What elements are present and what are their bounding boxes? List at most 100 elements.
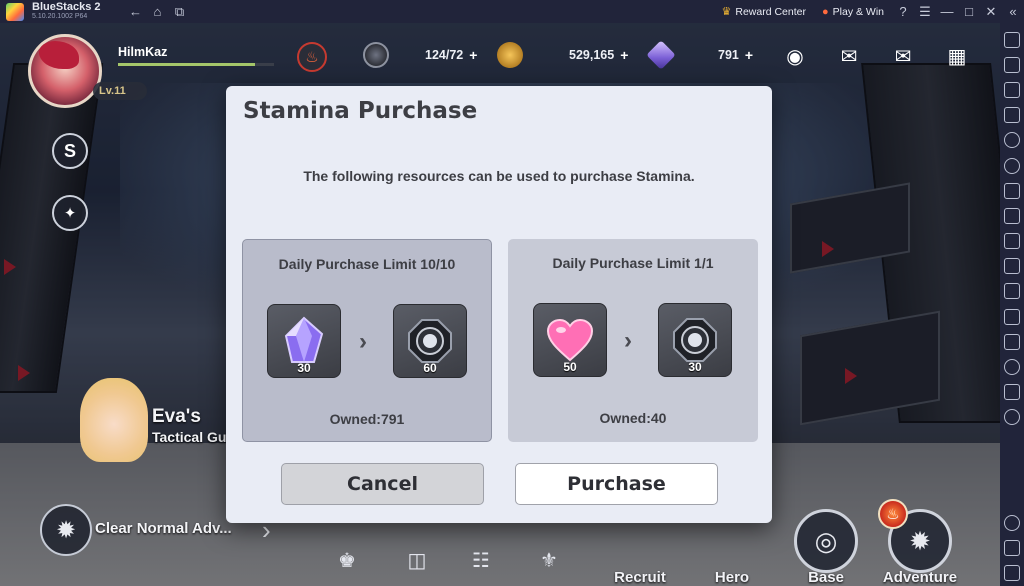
crown-icon: ♛ <box>721 6 732 18</box>
stamina-gear-icon <box>408 319 452 363</box>
inventory-bag-icon[interactable]: ◫ <box>402 545 432 575</box>
reward-quantity: 60 <box>423 361 437 375</box>
volume-icon[interactable] <box>1004 56 1020 73</box>
purchase-button[interactable]: Purchase <box>515 463 718 505</box>
dialog-description: The following resources can be used to p… <box>303 168 695 184</box>
dialog-title: Stamina Purchase <box>243 98 478 124</box>
adventure-label[interactable]: Adventure <box>870 569 970 586</box>
home-icon[interactable]: ⌂ <box>146 0 168 23</box>
guild-emblem-icon[interactable]: ⚜ <box>534 545 564 575</box>
shake-icon[interactable] <box>1004 308 1020 325</box>
owned-count: Owned:40 <box>599 410 667 426</box>
stamina-purchase-dialog: Stamina Purchase The following resources… <box>226 86 772 523</box>
screen: BlueStacks 2 5.10.20.1002 P64 ← ⌂ ⧉ ♛ Re… <box>0 0 1024 586</box>
cost-quantity: 30 <box>297 361 311 375</box>
reward-item-box: 60 <box>393 304 467 378</box>
screenshot-icon[interactable] <box>1004 258 1020 275</box>
player-name: HilmKaz <box>118 45 168 59</box>
play-icon[interactable] <box>1004 81 1020 98</box>
maximize-icon[interactable]: □ <box>958 0 980 23</box>
calendar-icon[interactable]: ☷ <box>466 545 496 575</box>
close-icon[interactable]: ✕ <box>980 0 1002 23</box>
owned-count: Owned:791 <box>329 411 405 427</box>
character-subtitle: Tactical Gu <box>152 429 227 445</box>
layers-icon[interactable] <box>1004 384 1020 401</box>
exp-bar-fill <box>118 63 256 66</box>
multi-instance-icon[interactable]: ⧉ <box>168 0 190 23</box>
install-apk-icon[interactable] <box>1004 207 1020 224</box>
convert-arrow-icon: › <box>624 327 632 354</box>
player-avatar[interactable] <box>28 34 102 108</box>
settings-gear-icon[interactable] <box>1004 515 1020 532</box>
event-fire-icon[interactable]: ♨ <box>297 42 327 72</box>
gacha-magic-icon[interactable]: ✦ <box>52 195 88 231</box>
recruit-label[interactable]: Recruit <box>590 569 690 586</box>
crystal-icon <box>646 40 676 70</box>
stamina-gear-icon <box>673 318 717 362</box>
crystal-resource[interactable]: 791 + <box>646 40 753 70</box>
sidebar-back-icon[interactable] <box>1004 540 1020 557</box>
titlebar-right: ♛ Reward Center ● Play & Win ? ☰ — □ ✕ « <box>713 0 1024 23</box>
cost-item-box: 50 <box>533 303 607 377</box>
heart-purchase-option[interactable]: Daily Purchase Limit 1/1 50 › 30 Owned:4… <box>508 239 758 442</box>
hero-label[interactable]: Hero <box>682 569 782 586</box>
app-name: BlueStacks 2 <box>32 0 101 13</box>
eva-character-portrait <box>80 378 148 462</box>
chat-icon[interactable]: ✉ <box>834 41 864 71</box>
fullscreen-icon[interactable] <box>1004 31 1020 48</box>
character-name: Eva's <box>152 406 201 427</box>
app-version: 5.10.20.1002 P64 <box>32 12 88 20</box>
sync-icon[interactable] <box>1004 409 1020 426</box>
keyboard-icon[interactable] <box>1004 107 1020 124</box>
play-win-button[interactable]: ● Play & Win <box>814 0 892 23</box>
play-win-icon: ● <box>821 5 829 18</box>
menu-icon[interactable]: ☰ <box>914 0 936 23</box>
purchase-limit-text: Daily Purchase Limit 10/10 <box>278 256 456 272</box>
eco-mode-icon[interactable] <box>1004 333 1020 350</box>
cost-item-box: 30 <box>267 304 341 378</box>
apk-icon[interactable] <box>1004 233 1020 250</box>
crystal-purchase-option[interactable]: Daily Purchase Limit 10/10 30 › 60 Owned… <box>242 239 492 442</box>
cancel-button[interactable]: Cancel <box>281 463 484 505</box>
convert-arrow-icon: › <box>359 328 367 355</box>
view-toggle-icon[interactable]: ◉ <box>780 41 810 71</box>
shop-s-icon[interactable]: S <box>52 133 88 169</box>
bluestacks-logo-icon <box>6 2 24 21</box>
stamina-value: 124/72 <box>425 48 464 62</box>
minimize-icon[interactable]: — <box>936 0 958 23</box>
base-label[interactable]: Base <box>776 569 876 586</box>
add-gold-icon[interactable]: + <box>620 47 628 63</box>
quest-compass-icon[interactable]: ✹ <box>40 504 92 556</box>
emulator-sidebar <box>1000 23 1024 586</box>
adventure-fire-badge-icon: ♨ <box>878 499 908 529</box>
recent-apps-icon[interactable] <box>1004 565 1020 582</box>
add-crystal-icon[interactable]: + <box>745 47 753 63</box>
reward-quantity: 30 <box>688 360 702 374</box>
help-icon[interactable]: ? <box>892 0 914 23</box>
gold-coin-icon <box>497 42 523 68</box>
base-globe-icon[interactable]: ◎ <box>794 509 858 573</box>
level-badge: Lv.11 <box>93 82 147 100</box>
stamina-gear-icon <box>363 42 389 68</box>
expand-sidebar-icon[interactable]: « <box>1002 0 1024 23</box>
crystal-icon <box>284 316 324 363</box>
quest-text[interactable]: Clear Normal Adv... <box>95 520 232 537</box>
macro-icon[interactable] <box>1004 157 1020 174</box>
grid-menu-icon[interactable]: ▦ <box>942 41 972 71</box>
gold-resource[interactable]: 529,165 + <box>497 42 628 68</box>
cost-quantity: 50 <box>563 360 577 374</box>
reward-center-button[interactable]: ♛ Reward Center <box>713 0 814 23</box>
play-win-label: Play & Win <box>832 5 884 18</box>
stamina-resource[interactable]: 124/72 + <box>363 42 477 68</box>
purchase-limit-text: Daily Purchase Limit 1/1 <box>552 255 714 271</box>
location-icon[interactable] <box>1004 359 1020 376</box>
gamepad-icon[interactable] <box>1004 182 1020 199</box>
gold-value: 529,165 <box>569 48 615 62</box>
folder-icon[interactable] <box>1004 283 1020 300</box>
trophy-icon[interactable]: ♚ <box>332 545 362 575</box>
record-icon[interactable] <box>1004 132 1020 149</box>
add-stamina-icon[interactable]: + <box>469 47 477 63</box>
back-icon[interactable]: ← <box>124 0 146 23</box>
heart-icon <box>546 318 594 362</box>
mail-icon[interactable]: ✉ <box>888 41 918 71</box>
